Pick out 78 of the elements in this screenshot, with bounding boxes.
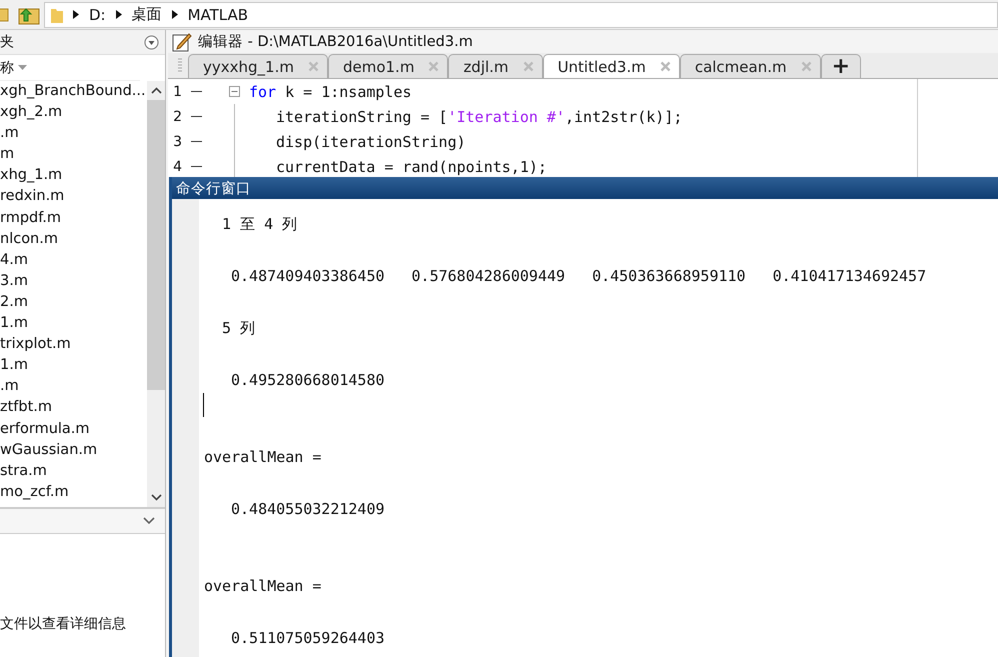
file-item[interactable]: stra.m — [0, 460, 147, 482]
editor-tab[interactable]: calcmean.m — [680, 54, 821, 78]
file-item[interactable]: rmpdf.m — [0, 208, 147, 229]
file-item[interactable]: xgh_2.m — [0, 102, 147, 124]
details-hint: 文件以查看详细信息 — [0, 615, 126, 633]
code-line: disp(iterationString) — [275, 132, 466, 150]
file-item[interactable]: 1.m — [0, 313, 147, 334]
code-line: for k = 1:nsamples — [249, 82, 412, 100]
scroll-up-icon[interactable] — [150, 87, 162, 94]
line-number: 2 — [172, 108, 182, 124]
pencil-paper-icon — [172, 32, 192, 52]
column-header[interactable]: 称 — [0, 55, 140, 81]
breadcrumb-arrow-icon — [172, 10, 178, 19]
folder-icon[interactable] — [0, 6, 10, 24]
file-item[interactable]: .m — [0, 123, 147, 144]
close-icon[interactable] — [308, 61, 319, 72]
breakpoint-dash-icon[interactable] — [191, 116, 202, 117]
file-item[interactable]: m — [0, 144, 147, 166]
scroll-down-icon[interactable] — [150, 494, 162, 501]
close-icon[interactable] — [660, 61, 671, 72]
close-icon[interactable] — [428, 61, 440, 72]
chevron-down-icon[interactable] — [143, 517, 155, 525]
code-line: currentData = rand(npoints,1); — [275, 158, 547, 176]
folder-icon — [51, 6, 63, 22]
new-tab-button[interactable]: + — [820, 54, 862, 78]
editor-tab[interactable]: Untitled3.m — [542, 54, 680, 78]
line-number: 4 — [172, 158, 182, 174]
output-header: 5 列 — [221, 318, 256, 338]
scrollbar[interactable] — [147, 81, 165, 507]
file-item[interactable]: 4.m — [0, 250, 147, 271]
output-variable: overallMean = — [204, 577, 322, 596]
command-window-title: 命令行窗口 — [176, 180, 251, 198]
editor-tab[interactable]: yyxxhg_1.m — [188, 54, 328, 78]
file-item[interactable]: 3.m — [0, 270, 147, 292]
breadcrumb-arrow-icon — [73, 10, 79, 19]
grip-icon[interactable] — [178, 58, 182, 74]
output-value: 0.511075059264403 — [231, 628, 385, 647]
close-icon[interactable] — [800, 61, 812, 72]
output-header: 1 至 4 列 — [221, 215, 298, 234]
code-line: iterationString = ['Iteration #',int2str(k)]; — [275, 108, 682, 126]
output-variable: overallMean = — [204, 448, 322, 466]
sort-icon — [18, 64, 27, 70]
output-value: 0.576804286009449 — [412, 267, 566, 286]
breadcrumb-item[interactable]: MATLAB — [188, 6, 248, 24]
text-cursor — [203, 393, 204, 418]
line-number: 1 — [172, 84, 182, 100]
file-item[interactable]: erformula.m — [0, 418, 147, 440]
output-value: 0.487409403386450 — [231, 267, 385, 286]
output-value: 0.484055032212409 — [231, 500, 385, 518]
file-item[interactable]: 1.m — [0, 355, 147, 376]
output-value: 0.410417134692457 — [772, 267, 926, 286]
file-item[interactable]: .m — [0, 376, 147, 398]
file-item[interactable]: xhg_1.m — [0, 165, 147, 186]
editor-title: 编辑器 - D:\MATLAB2016a\Untitled3.m — [198, 33, 473, 51]
file-item[interactable]: trixplot.m — [0, 334, 147, 356]
breadcrumb-arrow-icon — [116, 10, 122, 19]
editor-tab[interactable]: demo1.m — [328, 54, 448, 78]
file-item[interactable]: ztfbt.m — [0, 397, 147, 418]
breakpoint-dash-icon[interactable] — [191, 91, 202, 92]
file-item[interactable]: redxin.m — [0, 186, 147, 208]
breadcrumb-item[interactable]: D: — [89, 6, 106, 24]
fold-icon[interactable] — [229, 86, 240, 97]
breadcrumb-item[interactable]: 桌面 — [132, 5, 162, 24]
file-item[interactable]: 2.m — [0, 292, 147, 314]
file-item[interactable]: wGaussian.m — [0, 440, 147, 461]
output-value: 0.450363668959110 — [592, 267, 746, 286]
line-number: 3 — [172, 134, 182, 150]
dropdown-icon[interactable] — [144, 34, 159, 50]
file-item[interactable]: nlcon.m — [0, 228, 147, 250]
panel-title: 夹 — [0, 33, 14, 51]
file-item[interactable]: mo_zcf.m — [0, 482, 147, 503]
address-field[interactable]: D: 桌面 MATLAB — [44, 2, 998, 28]
file-item[interactable]: xgh_BranchBound... — [0, 81, 147, 102]
output-value: 0.495280668014580 — [231, 370, 385, 389]
editor-tab[interactable]: zdjl.m — [448, 54, 543, 78]
breakpoint-dash-icon[interactable] — [191, 141, 202, 142]
close-icon[interactable] — [522, 61, 534, 72]
breakpoint-dash-icon[interactable] — [191, 166, 202, 167]
